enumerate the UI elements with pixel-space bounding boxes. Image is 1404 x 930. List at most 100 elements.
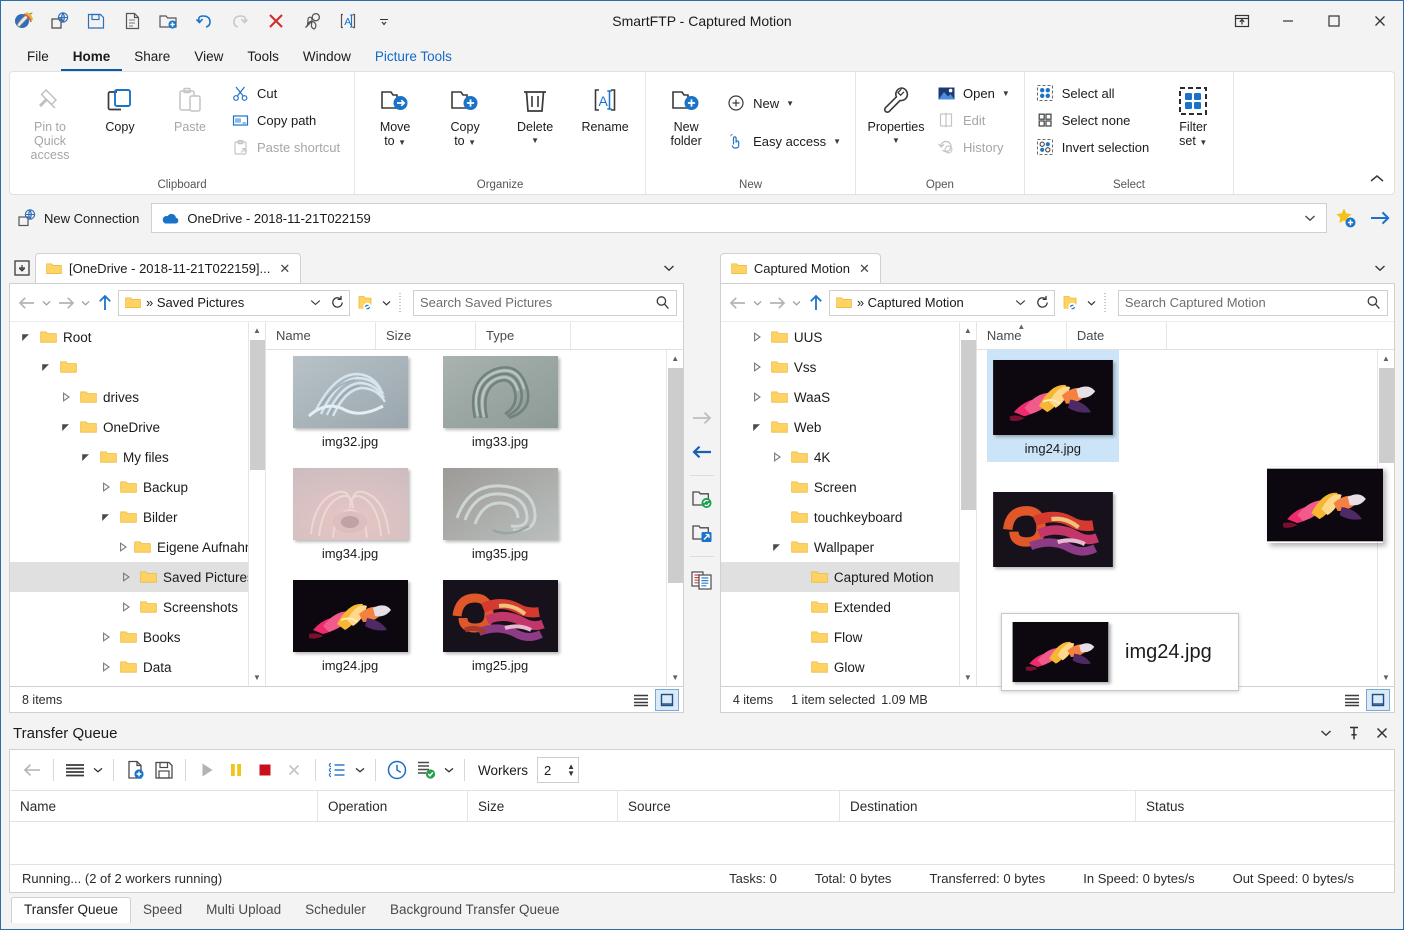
file-item-img25[interactable]: img25.jpg <box>424 580 576 673</box>
tree-node-glow[interactable]: Glow <box>721 652 976 682</box>
tree-node-data[interactable]: Data <box>10 652 265 682</box>
tq-column-size[interactable]: Size <box>468 791 618 821</box>
scroll-down-icon[interactable]: ▼ <box>667 669 683 686</box>
tree-node-root[interactable]: Root <box>10 322 265 352</box>
tab-multi-upload[interactable]: Multi Upload <box>194 898 293 923</box>
compare-folders-icon[interactable] <box>687 563 717 597</box>
ribbon-tab-view[interactable]: View <box>182 47 235 71</box>
refresh-icon[interactable] <box>1031 295 1050 310</box>
ribbon-tab-home[interactable]: Home <box>61 47 123 71</box>
scroll-up-icon[interactable]: ▲ <box>249 322 265 339</box>
tree-node-uus[interactable]: UUS <box>721 322 976 352</box>
tree-node-4k[interactable]: 4K <box>721 442 976 472</box>
twisty-collapsed-icon[interactable] <box>118 602 134 612</box>
file-item-img24[interactable]: img24.jpg <box>987 350 1119 462</box>
forward-history-caret-icon[interactable] <box>790 290 803 316</box>
easy-access-caret-icon[interactable]: ▼ <box>833 137 841 146</box>
ribbon-tab-window[interactable]: Window <box>291 47 363 71</box>
file-item-img24[interactable]: img24.jpg <box>274 580 426 673</box>
details-view-icon[interactable] <box>1340 689 1364 711</box>
left-search-input[interactable]: Search Saved Pictures <box>420 295 655 310</box>
thumbnail-view-icon[interactable] <box>1366 689 1390 711</box>
ribbon-tab-tools[interactable]: Tools <box>235 47 291 71</box>
right-search-box[interactable]: Search Captured Motion <box>1118 290 1388 316</box>
tree-node-waas[interactable]: WaaS <box>721 382 976 412</box>
twisty-expanded-icon[interactable] <box>98 512 114 522</box>
left-pane-dock-icon[interactable] <box>9 255 35 281</box>
history-button[interactable]: History <box>932 134 1018 160</box>
twisty-collapsed-icon[interactable] <box>98 632 114 642</box>
column-name[interactable]: Name <box>266 322 376 349</box>
workers-stepper[interactable]: 2 ▲ ▼ <box>537 757 579 783</box>
workers-spinner-arrows[interactable]: ▲ ▼ <box>567 763 575 777</box>
connection-address-bar[interactable]: OneDrive - 2018-11-21T022159 <box>151 203 1327 233</box>
remove-icon[interactable] <box>280 755 308 785</box>
twisty-expanded-icon[interactable] <box>749 422 765 432</box>
panel-menu-icon[interactable] <box>1313 721 1339 745</box>
delete-button[interactable]: Delete ▼ <box>501 76 569 162</box>
back-history-caret-icon[interactable] <box>751 290 764 316</box>
save-icon[interactable] <box>79 5 113 37</box>
forward-icon[interactable] <box>766 290 788 316</box>
rename-icon[interactable]: A <box>331 5 365 37</box>
tab-background-transfer-queue[interactable]: Background Transfer Queue <box>378 898 572 923</box>
link-folder-icon[interactable] <box>1057 290 1083 316</box>
left-tab-list-icon[interactable] <box>658 258 680 278</box>
minimize-icon[interactable] <box>1265 1 1311 41</box>
maximize-icon[interactable] <box>1311 1 1357 41</box>
copy-button[interactable]: Copy <box>86 76 154 162</box>
twisty-collapsed-icon[interactable] <box>749 332 765 342</box>
scroll-thumb[interactable] <box>250 340 265 470</box>
new-folder-button[interactable]: New folder <box>652 76 720 162</box>
right-search-input[interactable]: Search Captured Motion <box>1125 295 1366 310</box>
twisty-collapsed-icon[interactable] <box>58 392 74 402</box>
back-history-caret-icon[interactable] <box>40 290 53 316</box>
tree-node-bilder[interactable]: Bilder <box>10 502 265 532</box>
easy-access-button[interactable]: Easy access ▼ <box>722 128 849 154</box>
tq-column-source[interactable]: Source <box>618 791 840 821</box>
transfer-queue-rows[interactable] <box>10 822 1394 864</box>
restore-window-icon[interactable] <box>1219 1 1265 41</box>
queue-list-icon[interactable] <box>61 755 89 785</box>
scroll-up-icon[interactable]: ▲ <box>960 322 976 339</box>
sync-folders-icon[interactable] <box>687 482 717 516</box>
scroll-down-icon[interactable]: ▼ <box>960 669 976 686</box>
scroll-down-icon[interactable]: ▼ <box>1378 669 1394 686</box>
ribbon-tab-picture-tools[interactable]: Picture Tools <box>363 47 464 71</box>
new-folder-icon[interactable] <box>151 5 185 37</box>
right-tree-scrollbar[interactable]: ▲ ▼ <box>959 322 976 686</box>
tree-node-captured-motion[interactable]: Captured Motion <box>721 562 976 592</box>
link-folder-caret-icon[interactable] <box>380 290 393 316</box>
tree-node-drives[interactable]: drives <box>10 382 265 412</box>
pin-to-quick-access-button[interactable]: Pin to Quick access <box>16 76 84 162</box>
forward-icon[interactable] <box>55 290 77 316</box>
connect-arrow-icon[interactable] <box>1365 203 1395 233</box>
column-date[interactable]: Date <box>1067 322 1167 349</box>
tree-node-wallpaper[interactable]: Wallpaper <box>721 532 976 562</box>
play-icon[interactable] <box>193 755 221 785</box>
left-list-scrollbar[interactable]: ▲ ▼ <box>666 350 683 686</box>
clock-icon[interactable] <box>383 755 411 785</box>
twisty-collapsed-icon[interactable] <box>118 572 134 582</box>
paste-shortcut-button[interactable]: Paste shortcut <box>226 134 348 160</box>
open-button[interactable]: Open ▼ <box>932 80 1018 106</box>
tree-node-eigene-aufnahmen[interactable]: Eigene Aufnahmen <box>10 532 265 562</box>
invert-selection-button[interactable]: Invert selection <box>1031 134 1157 160</box>
queue-back-icon[interactable] <box>18 755 46 785</box>
column-size[interactable]: Size <box>376 322 476 349</box>
twisty-collapsed-icon[interactable] <box>98 482 114 492</box>
move-to-button[interactable]: Move to ▼ <box>361 76 429 162</box>
twisty-collapsed-icon[interactable] <box>749 362 765 372</box>
queue-items-caret-icon[interactable] <box>352 755 368 785</box>
transfer-left-icon[interactable] <box>687 435 717 469</box>
tab-transfer-queue[interactable]: Transfer Queue <box>11 897 131 923</box>
twisty-expanded-icon[interactable] <box>58 422 74 432</box>
column-type[interactable]: Type <box>476 322 571 349</box>
paste-button[interactable]: Paste <box>156 76 224 162</box>
tree-node-web[interactable]: Web <box>721 412 976 442</box>
connection-dropdown-icon[interactable] <box>1300 214 1320 222</box>
transfer-right-icon[interactable] <box>687 401 717 435</box>
up-icon[interactable] <box>94 290 116 316</box>
tab-speed[interactable]: Speed <box>131 898 194 923</box>
left-folder-tab[interactable]: [OneDrive - 2018-11-21T022159]... ✕ <box>35 253 301 283</box>
